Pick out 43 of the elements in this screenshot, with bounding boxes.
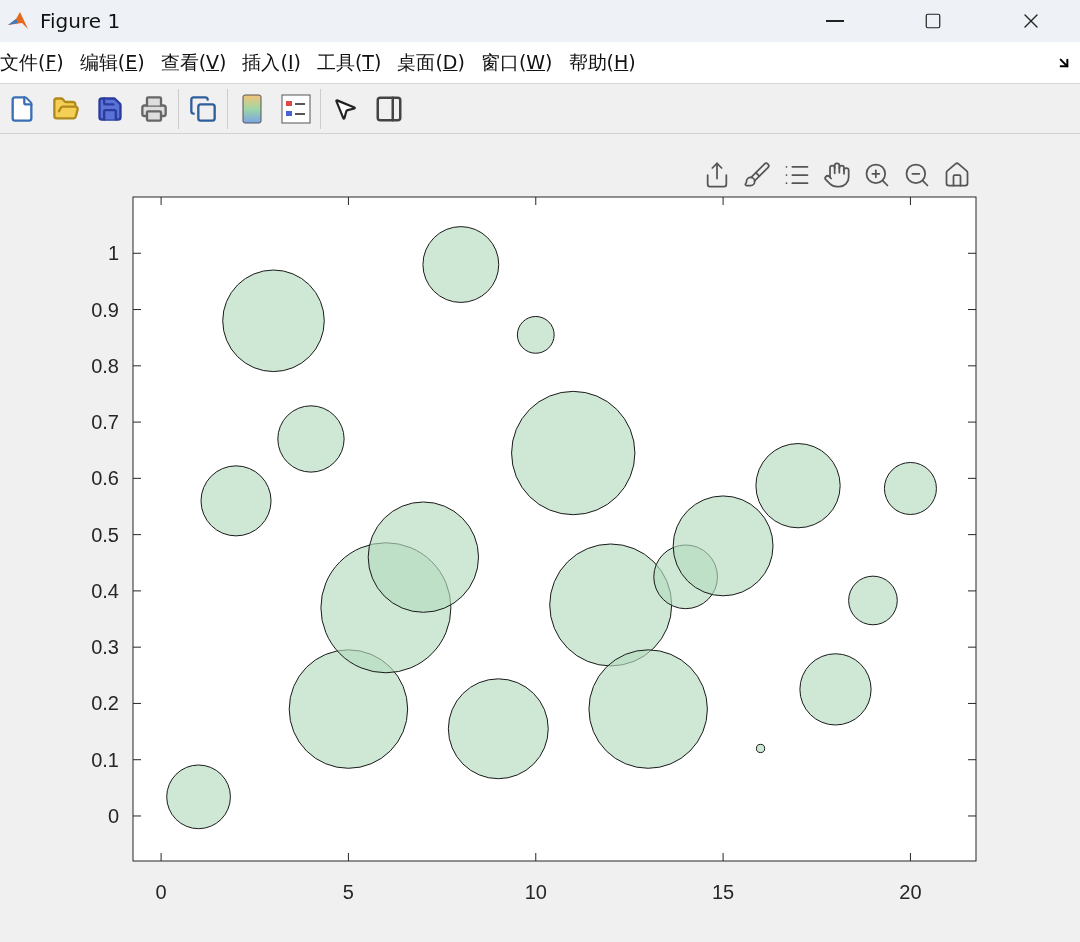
y-tick-label: 0: [107, 805, 119, 827]
bubble: [516, 316, 555, 354]
menu-item[interactable]: 编辑(E): [79, 49, 153, 76]
bubble: [755, 743, 766, 754]
y-tick-label: 0.9: [91, 298, 119, 321]
bubble: [166, 764, 231, 830]
x-tick-label: 20: [899, 881, 922, 903]
colorbar-icon: [241, 93, 263, 124]
menu-item[interactable]: 帮助(H): [568, 49, 644, 76]
y-tick-label: 1: [107, 242, 119, 265]
y-tick-label: 0.4: [91, 579, 119, 602]
menu-item[interactable]: 查看(V): [160, 49, 235, 76]
hand-icon: [823, 161, 851, 189]
y-tick-label: 0.3: [91, 636, 119, 659]
y-tick-label: 0.1: [91, 748, 119, 771]
window-title: Figure 1: [40, 9, 122, 33]
bubble: [883, 462, 937, 515]
menu-item[interactable]: 桌面(D): [397, 49, 473, 76]
brush-icon: [743, 161, 771, 189]
menu-item[interactable]: 插入(I): [242, 49, 309, 76]
minimize-icon: [826, 20, 844, 22]
y-tick-label: 0.6: [91, 467, 119, 490]
printer-icon: [140, 94, 168, 123]
x-tick-label: 15: [711, 881, 735, 903]
zoom-in-icon: [863, 161, 891, 189]
y-tick-label: 0.2: [91, 692, 119, 715]
y-tick-label: 0.7: [91, 411, 119, 434]
legend-icon: [281, 93, 311, 124]
x-tick-label: 10: [524, 881, 547, 903]
menu-item[interactable]: 工具(T): [316, 49, 390, 76]
menu-item[interactable]: 窗口(W): [480, 49, 561, 76]
zoom-out-icon: [903, 161, 931, 189]
bubble: [277, 405, 345, 473]
x-tick-label: 5: [342, 881, 354, 903]
home-icon: [943, 161, 971, 189]
y-tick-label: 0.8: [91, 354, 119, 377]
maximize-icon: [924, 12, 942, 30]
bubble: [848, 575, 898, 626]
bubble: [200, 465, 272, 537]
y-tick-label: 0.5: [91, 523, 119, 546]
x-tick-label: 0: [155, 881, 167, 903]
overlapping-windows-icon: [189, 94, 217, 123]
menu-item[interactable]: 文件(F): [0, 49, 72, 76]
